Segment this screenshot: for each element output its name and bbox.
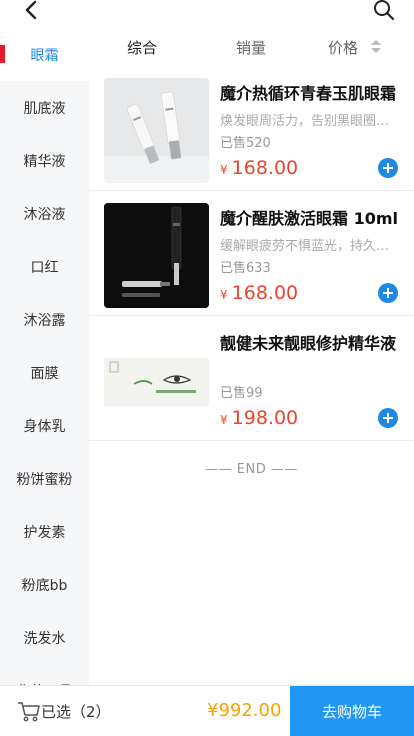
sort-comprehensive-tab[interactable]: 综合	[127, 37, 157, 58]
add-to-cart-button[interactable]	[378, 158, 398, 178]
sidebar-item-conditioner[interactable]: 护发素	[0, 505, 89, 558]
sort-arrows-icon[interactable]	[371, 40, 381, 54]
top-bar	[0, 0, 414, 28]
product-image	[104, 203, 209, 308]
product-image	[104, 78, 209, 183]
category-sidebar: 眼霜 肌底液 精华液 沐浴液 口红 沐浴露 面膜 身体乳 粉饼蜜粉 护发素 粉底…	[0, 28, 89, 685]
price-value: 168.00	[231, 282, 299, 304]
sort-price-tab[interactable]: 价格	[328, 37, 358, 58]
product-description: 缓解眼疲劳不惧蓝光，持久保湿	[220, 239, 392, 254]
sidebar-item-mask[interactable]: 面膜	[0, 346, 89, 399]
product-sold-count: 已售99	[220, 386, 263, 401]
product-item[interactable]: 靓健未来靓眼修护精华液 已售99 ¥198.00	[89, 316, 414, 441]
product-price: ¥198.00	[220, 407, 298, 429]
currency-symbol: ¥	[220, 288, 228, 302]
sidebar-item-shower-gel[interactable]: 沐浴露	[0, 293, 89, 346]
product-description: 焕发眼周活力，告别黑眼圈细纹	[220, 114, 392, 129]
sidebar-item-makeup-tools[interactable]: 化妆工具	[0, 664, 89, 686]
sidebar-item-bath-liquid[interactable]: 沐浴液	[0, 187, 89, 240]
product-title: 靓健未来靓眼修护精华液	[220, 334, 397, 353]
product-item[interactable]: 魔介热循环青春玉肌眼霜 焕发眼周活力，告别黑眼圈细纹 已售520 ¥168.00	[89, 66, 414, 191]
price-value: 168.00	[231, 157, 299, 179]
sidebar-item-lipstick[interactable]: 口红	[0, 240, 89, 293]
search-button[interactable]	[372, 0, 396, 22]
currency-symbol: ¥	[220, 413, 228, 427]
back-button[interactable]	[20, 0, 44, 22]
sort-bar: 综合 销量 价格	[89, 28, 414, 66]
product-sold-count: 已售633	[220, 261, 271, 276]
sidebar-item-essence[interactable]: 精华液	[0, 134, 89, 187]
sidebar-item-eye-cream[interactable]: 眼霜	[0, 28, 89, 81]
back-arrow-icon	[25, 0, 37, 20]
add-to-cart-button[interactable]	[378, 283, 398, 303]
product-image	[104, 358, 209, 406]
bottom-cart-bar: 已选（2） ¥992.00 去购物车	[0, 685, 414, 736]
cart-icon[interactable]	[17, 701, 41, 723]
product-sold-count: 已售520	[220, 136, 271, 151]
cart-total: ¥992.00	[207, 700, 282, 721]
currency-symbol: ¥	[220, 163, 228, 177]
product-item[interactable]: 魔介醒肤激活眼霜 10ml 缓解眼疲劳不惧蓝光，持久保湿 已售633 ¥168.…	[89, 191, 414, 316]
end-of-list-text: —— END ——	[205, 462, 298, 477]
product-price: ¥168.00	[220, 282, 298, 304]
search-icon	[374, 0, 395, 21]
sort-sales-tab[interactable]: 销量	[236, 37, 266, 58]
product-price: ¥168.00	[220, 157, 298, 179]
sidebar-item-serum-base[interactable]: 肌底液	[0, 81, 89, 134]
sidebar-item-body-lotion[interactable]: 身体乳	[0, 399, 89, 452]
sidebar-item-shampoo[interactable]: 洗发水	[0, 611, 89, 664]
sidebar-item-powder[interactable]: 粉饼蜜粉	[0, 452, 89, 505]
product-title: 魔介热循环青春玉肌眼霜	[220, 84, 397, 103]
selected-count: 已选（2）	[41, 703, 111, 721]
price-value: 198.00	[231, 407, 299, 429]
go-to-cart-button[interactable]: 去购物车	[290, 686, 414, 736]
add-to-cart-button[interactable]	[378, 408, 398, 428]
product-title: 魔介醒肤激活眼霜 10ml	[220, 209, 398, 228]
sidebar-item-foundation[interactable]: 粉底bb	[0, 558, 89, 611]
